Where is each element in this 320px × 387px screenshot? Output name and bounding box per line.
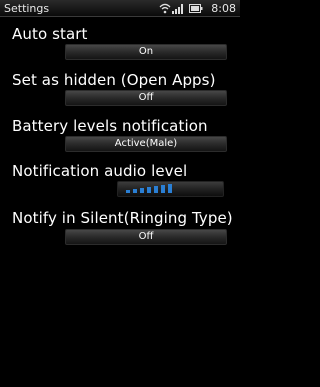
signal-icon <box>172 4 183 14</box>
set-hidden-label: Set as hidden (Open Apps) <box>12 71 216 89</box>
auto-start-button[interactable]: On <box>65 44 227 60</box>
wifi-icon <box>159 3 171 14</box>
notify-silent-label: Notify in Silent(Ringing Type) <box>12 209 233 227</box>
battery-icon <box>189 4 203 13</box>
auto-start-label: Auto start <box>12 25 88 43</box>
level-segment <box>140 188 144 193</box>
level-segment <box>147 187 151 193</box>
set-hidden-button[interactable]: Off <box>65 90 227 106</box>
level-segment <box>154 186 158 193</box>
status-bar: Settings 8:08 <box>0 0 240 17</box>
status-title: Settings <box>4 2 50 15</box>
level-segment <box>168 184 172 193</box>
level-segment <box>133 189 137 193</box>
level-segment <box>126 190 130 193</box>
battery-notification-button[interactable]: Active(Male) <box>65 136 227 152</box>
battery-notification-label: Battery levels notification <box>12 117 208 135</box>
audio-level-slider[interactable] <box>117 181 224 197</box>
audio-level-label: Notification audio level <box>12 162 188 180</box>
notify-silent-button[interactable]: Off <box>65 229 227 245</box>
status-time: 8:08 <box>211 2 236 15</box>
level-segment <box>161 185 165 193</box>
